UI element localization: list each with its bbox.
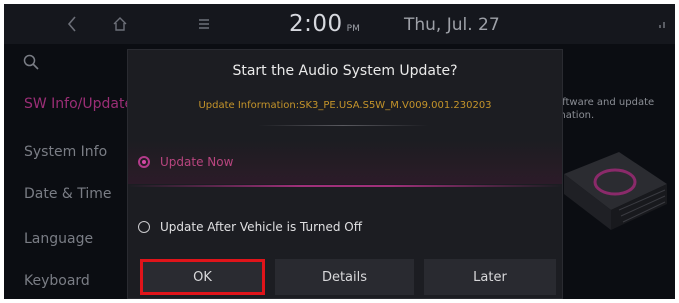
sidebar-item-sw-info-update[interactable]: SW Info/Update: [24, 96, 133, 112]
option-update-after-off[interactable]: Update After Vehicle is Turned Off: [128, 205, 562, 249]
date-display: Thu, Jul. 27: [404, 15, 500, 35]
sidebar-item-date-time[interactable]: Date & Time: [24, 186, 112, 202]
option-update-now-label: Update Now: [160, 155, 234, 169]
clock-time: 2:00: [289, 11, 343, 37]
background-description: oftware and update mation.: [556, 97, 655, 121]
ok-button[interactable]: OK: [140, 259, 265, 295]
update-info-text: Update Information:SK3_PE.USA.S5W_M.V009…: [198, 100, 492, 111]
chevron-left-icon[interactable]: [64, 14, 80, 34]
update-dialog: Start the Audio System Update? Update In…: [127, 49, 563, 299]
infotainment-screen: 2:00 PM Thu, Jul. 27 SW Info/Update Syste…: [4, 4, 675, 299]
signal-icon: [656, 14, 670, 34]
sidebar-item-system-info[interactable]: System Info: [24, 144, 107, 160]
home-icon[interactable]: [111, 14, 129, 34]
info-divider: [258, 125, 428, 126]
option-update-after-off-label: Update After Vehicle is Turned Off: [160, 220, 363, 234]
later-button[interactable]: Later: [424, 259, 556, 295]
radio-unchecked-icon[interactable]: [138, 221, 150, 233]
sidebar-item-keyboard[interactable]: Keyboard: [24, 273, 90, 289]
sidebar-item-language[interactable]: Language: [24, 231, 93, 247]
status-bar: 2:00 PM Thu, Jul. 27: [4, 4, 675, 44]
clock: 2:00 PM: [289, 11, 360, 37]
option-update-now[interactable]: Update Now: [128, 140, 562, 184]
dialog-title: Start the Audio System Update?: [232, 63, 458, 79]
dialog-button-row: OK Details Later: [134, 259, 556, 295]
clock-ampm: PM: [346, 24, 360, 34]
settings-sidebar: SW Info/Update System Info Date & Time L…: [4, 44, 133, 299]
search-icon[interactable]: [22, 52, 40, 72]
selection-underline: [128, 185, 562, 187]
menu-icon[interactable]: [197, 14, 211, 34]
radio-checked-icon[interactable]: [138, 156, 150, 168]
chip-graphic: [564, 152, 667, 230]
details-button[interactable]: Details: [275, 259, 414, 295]
